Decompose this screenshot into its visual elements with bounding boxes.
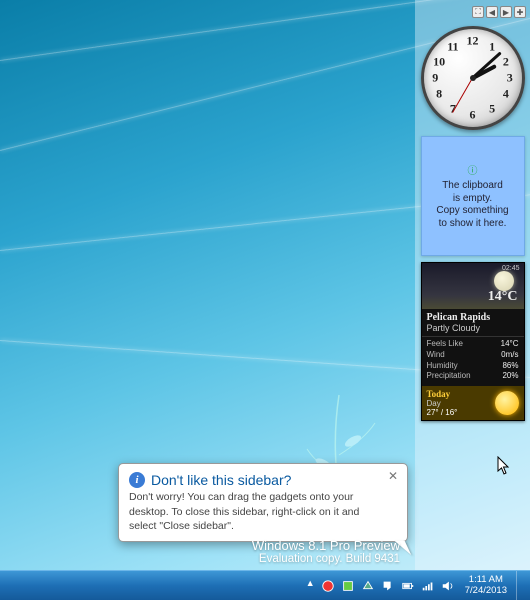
weather-time: 02:45 <box>502 265 520 272</box>
weather-today[interactable]: Today Day 27° / 16° <box>422 386 524 420</box>
clock-numeral: 4 <box>503 86 509 101</box>
clock-numeral: 1 <box>489 39 495 54</box>
sidebar-next-button[interactable]: ▶ <box>500 6 512 18</box>
sidebar-prev-button[interactable]: ◀ <box>486 6 498 18</box>
weather-sky: 02:45 14°C <box>422 263 524 309</box>
weather-details: Feels Like14°C Wind0m/s Humidity86% Prec… <box>422 336 524 386</box>
clock-numeral: 5 <box>489 102 495 117</box>
clock-numeral: 3 <box>507 71 513 86</box>
clock-numeral: 12 <box>467 33 479 48</box>
info-icon: i <box>129 472 145 488</box>
mouse-cursor <box>497 456 511 476</box>
weather-gadget[interactable]: 02:45 14°C Pelican Rapids Partly Cloudy … <box>421 262 525 421</box>
windows-watermark: Windows 8.1 Pro Preview Evaluation copy.… <box>252 538 400 565</box>
weather-condition: Partly Cloudy <box>422 323 524 336</box>
tray-overflow-button[interactable]: ▲ <box>306 578 316 594</box>
tray-icon[interactable] <box>361 578 376 593</box>
tray-date: 7/24/2013 <box>465 586 507 596</box>
clock-numeral: 2 <box>503 55 509 70</box>
sidebar-add-button[interactable]: ✚ <box>514 6 526 18</box>
clock-numeral: 8 <box>436 86 442 101</box>
action-center-icon[interactable] <box>381 578 396 593</box>
tray-icon[interactable] <box>321 578 336 593</box>
clock-numeral: 11 <box>447 39 458 54</box>
system-tray: ▲ 1:11 AM 7/24/2013 <box>302 571 530 600</box>
clipboard-text: Copy something <box>428 205 518 218</box>
today-hilo: 27° / 16° <box>427 408 458 417</box>
clipboard-text: to show it here. <box>428 218 518 231</box>
show-desktop-button[interactable] <box>516 571 524 600</box>
clock-pin <box>470 75 476 81</box>
minute-hand <box>471 51 501 79</box>
weather-temp: 14°C <box>488 289 518 305</box>
tooltip-body: Don't worry! You can drag the gadgets on… <box>129 490 379 533</box>
sidebar-expand-button[interactable]: ⛶ <box>472 6 484 18</box>
today-label: Today <box>427 389 458 399</box>
tray-icon[interactable] <box>341 578 356 593</box>
sidebar-controls: ⛶ ◀ ▶ ✚ <box>419 4 526 20</box>
desktop[interactable]: ⛶ ◀ ▶ ✚ 12 1 2 3 4 5 6 7 8 9 10 11 ⓘ T <box>0 0 530 600</box>
tooltip-close-button[interactable]: ✕ <box>385 469 401 485</box>
power-icon[interactable] <box>401 578 416 593</box>
weather-location: Pelican Rapids <box>422 309 524 323</box>
network-icon[interactable] <box>421 578 436 593</box>
clock-numeral: 10 <box>433 55 445 70</box>
sidebar-hint-tooltip: ✕ iDon't like this sidebar? Don't worry!… <box>118 463 408 542</box>
clock-numeral: 6 <box>470 108 476 123</box>
tray-clock[interactable]: 1:11 AM 7/24/2013 <box>461 575 511 596</box>
sun-icon <box>495 391 519 415</box>
clipboard-text: is empty. <box>428 193 518 206</box>
taskbar[interactable]: ▲ 1:11 AM 7/24/2013 <box>0 570 530 600</box>
clock-numeral: 9 <box>432 71 438 86</box>
moon-icon <box>494 271 514 291</box>
clock-gadget[interactable]: 12 1 2 3 4 5 6 7 8 9 10 11 <box>421 26 525 130</box>
info-icon: ⓘ <box>428 162 518 177</box>
clipboard-gadget[interactable]: ⓘ The clipboard is empty. Copy something… <box>421 136 525 256</box>
today-sub: Day <box>427 399 458 408</box>
clipboard-text: The clipboard <box>428 180 518 193</box>
tooltip-title: iDon't like this sidebar? <box>129 472 379 488</box>
volume-icon[interactable] <box>441 578 456 593</box>
gadget-sidebar[interactable]: ⛶ ◀ ▶ ✚ 12 1 2 3 4 5 6 7 8 9 10 11 ⓘ T <box>415 0 530 570</box>
tray-time: 1:11 AM <box>469 575 503 585</box>
